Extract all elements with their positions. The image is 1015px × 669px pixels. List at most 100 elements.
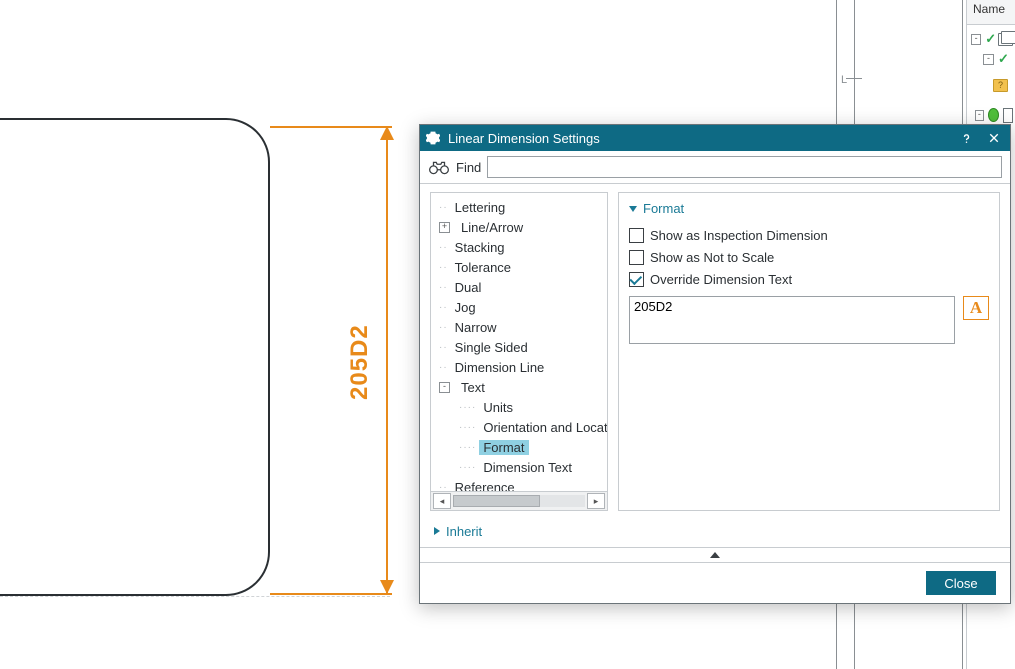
part-outline[interactable]	[0, 118, 270, 596]
checkbox-row: Override Dimension Text	[629, 268, 989, 290]
tree-item-label: Dimension Line	[451, 360, 549, 375]
tree-node[interactable]: -	[975, 105, 1013, 125]
tree-item-dimension-line[interactable]: ··Dimension Line	[431, 357, 607, 377]
status-dot-icon	[988, 108, 999, 122]
expand-toggle-icon[interactable]: -	[983, 54, 994, 65]
tree-item-units[interactable]: ····Units	[431, 397, 607, 417]
tree-leader-dots: ····	[459, 402, 476, 413]
section-title: Format	[643, 201, 684, 216]
ruler-tick	[846, 78, 862, 79]
tree-node[interactable]: - ✓	[983, 49, 1013, 69]
tree-leader-dots: ··	[439, 322, 448, 333]
tree-leader-dots: ····	[459, 442, 476, 453]
guide-line	[0, 596, 390, 597]
find-label: Find	[456, 160, 481, 175]
dimension-line[interactable]	[386, 126, 388, 593]
dimension-extension-line	[270, 126, 392, 128]
find-bar: Find	[420, 151, 1010, 184]
dialog-title: Linear Dimension Settings	[448, 131, 948, 146]
find-input[interactable]	[487, 156, 1002, 178]
gear-icon	[426, 131, 440, 145]
tree-item-text[interactable]: -Text	[431, 377, 607, 397]
tree-item-line-arrow[interactable]: +Line/Arrow	[431, 217, 607, 237]
dimension-text[interactable]: 205D2	[346, 324, 374, 400]
inherit-section-header[interactable]: Inherit	[420, 515, 1010, 547]
tree-item-label: Text	[457, 380, 489, 395]
checkbox-row: Show as Inspection Dimension	[629, 224, 989, 246]
expand-toggle-icon[interactable]: -	[971, 34, 981, 45]
scroll-right-button[interactable]: ▸	[587, 493, 605, 509]
horizontal-scrollbar[interactable]: ◂ ▸	[431, 491, 607, 510]
close-button[interactable]	[984, 128, 1004, 148]
checkbox[interactable]	[629, 272, 644, 287]
close-button[interactable]: Close	[926, 571, 996, 595]
tree-item-stacking[interactable]: ··Stacking	[431, 237, 607, 257]
tree-item-label: Single Sided	[451, 340, 532, 355]
tree-item-label: Tolerance	[451, 260, 515, 275]
scrollbar-track[interactable]	[453, 495, 585, 507]
checkbox-row: Show as Not to Scale	[629, 246, 989, 268]
tree-leader-dots: ··	[439, 282, 448, 293]
warning-icon	[993, 79, 1008, 92]
tree-item-label: Orientation and Location	[479, 420, 607, 435]
expand-icon[interactable]: +	[439, 222, 450, 233]
triangle-right-icon	[434, 527, 440, 535]
dialog-button-bar: Close	[420, 563, 1010, 603]
checkmark-icon: ✓	[998, 51, 1009, 67]
section-header-format[interactable]: Format	[629, 201, 989, 216]
tree-leader-dots: ··	[439, 262, 448, 273]
triangle-down-icon	[629, 206, 637, 212]
settings-content-panel: Format Show as Inspection Dimension Show …	[618, 192, 1000, 511]
checkbox[interactable]	[629, 250, 644, 265]
checkbox[interactable]	[629, 228, 644, 243]
checkbox-label[interactable]: Override Dimension Text	[650, 272, 792, 287]
tree-item-narrow[interactable]: ··Narrow	[431, 317, 607, 337]
expand-toggle-icon[interactable]: -	[975, 110, 984, 121]
scroll-left-button[interactable]: ◂	[433, 493, 451, 509]
tree-item-dimension-text[interactable]: ····Dimension Text	[431, 457, 607, 477]
tree-item-label: Lettering	[451, 200, 510, 215]
help-button[interactable]	[956, 128, 976, 148]
document-icon	[1003, 108, 1013, 123]
tree-item-format[interactable]: ····Format	[431, 437, 607, 457]
tree-item-orientation-and-location[interactable]: ····Orientation and Location	[431, 417, 607, 437]
tree-item-label: Narrow	[451, 320, 501, 335]
dialog-titlebar[interactable]: Linear Dimension Settings	[420, 125, 1010, 151]
tree-item-dual[interactable]: ··Dual	[431, 277, 607, 297]
tree-leader-dots: ··	[439, 302, 448, 313]
tree-item-tolerance[interactable]: ··Tolerance	[431, 257, 607, 277]
tree-item-single-sided[interactable]: ··Single Sided	[431, 337, 607, 357]
dimension-extension-line	[270, 593, 392, 595]
column-header-name[interactable]: Name	[967, 0, 1015, 25]
tree-item-label: Units	[479, 400, 517, 415]
tree-leader-dots: ··	[439, 202, 448, 213]
tree-item-reference[interactable]: ··Reference	[431, 477, 607, 491]
tree-item-label: Reference	[451, 480, 519, 492]
tree-item-label: Stacking	[451, 240, 509, 255]
checkbox-label[interactable]: Show as Inspection Dimension	[650, 228, 828, 243]
collapse-handle[interactable]	[420, 547, 1010, 563]
dimension-arrowhead	[380, 126, 394, 140]
linear-dimension-settings-dialog: Linear Dimension Settings Find ··Letteri…	[419, 124, 1011, 604]
override-text-input[interactable]	[629, 296, 955, 344]
settings-tree[interactable]: ··Lettering+Line/Arrow··Stacking··Tolera…	[430, 192, 608, 511]
tree-node[interactable]	[993, 75, 1013, 95]
insert-symbol-button[interactable]: A	[963, 296, 989, 320]
tree-node[interactable]: - ✓	[971, 29, 1013, 49]
tree-item-label: Format	[479, 440, 528, 455]
tree-leader-dots: ··	[439, 242, 448, 253]
tree-leader-dots: ····	[459, 422, 476, 433]
tree-item-lettering[interactable]: ··Lettering	[431, 197, 607, 217]
tree-item-label: Jog	[451, 300, 480, 315]
ruler-mark-label: L	[841, 74, 847, 86]
tree-leader-dots: ····	[459, 462, 476, 473]
tree-item-label: Dimension Text	[479, 460, 576, 475]
tree-leader-dots: ··	[439, 362, 448, 373]
tree-item-jog[interactable]: ··Jog	[431, 297, 607, 317]
scrollbar-thumb[interactable]	[453, 495, 540, 507]
checkmark-icon: ✓	[985, 31, 996, 47]
checkbox-label[interactable]: Show as Not to Scale	[650, 250, 774, 265]
collapse-icon[interactable]: -	[439, 382, 450, 393]
tree-item-label: Dual	[451, 280, 486, 295]
inherit-label: Inherit	[446, 524, 482, 539]
